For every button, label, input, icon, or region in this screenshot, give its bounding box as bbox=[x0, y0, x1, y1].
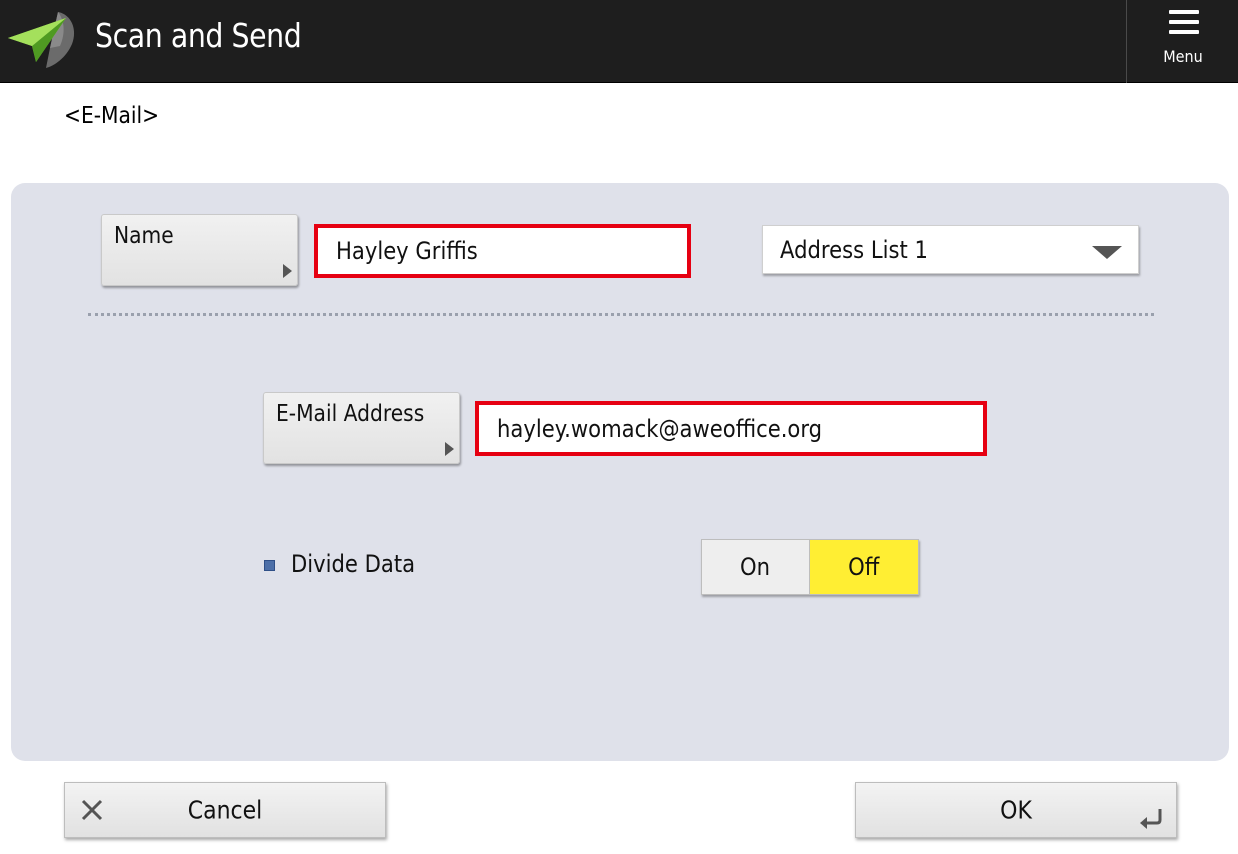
hamburger-menu-icon bbox=[1169, 10, 1199, 34]
chevron-down-icon bbox=[1092, 246, 1122, 259]
right-arrow-icon bbox=[283, 264, 292, 278]
name-field[interactable]: Hayley Griffis bbox=[314, 224, 691, 278]
destination-type-label: <E-Mail> bbox=[64, 103, 160, 129]
email-address-button-label: E-Mail Address bbox=[276, 401, 425, 427]
email-address-field[interactable]: hayley.womack@aweoffice.org bbox=[475, 401, 987, 456]
title-bar: Scan and Send Menu bbox=[0, 0, 1238, 83]
app-title: Scan and Send bbox=[95, 16, 302, 55]
name-button[interactable]: Name bbox=[101, 214, 298, 286]
enter-icon bbox=[1140, 809, 1162, 829]
paper-plane-icon bbox=[8, 12, 75, 68]
address-list-dropdown[interactable]: Address List 1 bbox=[762, 225, 1139, 274]
bullet-icon bbox=[264, 560, 275, 571]
email-address-button[interactable]: E-Mail Address bbox=[263, 392, 460, 464]
menu-label: Menu bbox=[1163, 47, 1203, 66]
close-icon bbox=[81, 799, 103, 821]
divide-data-label: Divide Data bbox=[291, 550, 416, 578]
address-list-value: Address List 1 bbox=[780, 235, 928, 264]
menu-button[interactable]: Menu bbox=[1126, 0, 1238, 83]
ok-label: OK bbox=[1000, 795, 1032, 825]
divide-data-toggle: On Off bbox=[701, 539, 919, 595]
section-divider bbox=[88, 313, 1154, 316]
cancel-label: Cancel bbox=[187, 795, 263, 825]
name-value: Hayley Griffis bbox=[336, 237, 478, 265]
right-arrow-icon bbox=[445, 442, 454, 456]
divide-data-on-button[interactable]: On bbox=[702, 540, 810, 594]
email-address-value: hayley.womack@aweoffice.org bbox=[497, 414, 823, 443]
divide-data-off-button[interactable]: Off bbox=[810, 540, 918, 594]
ok-button[interactable]: OK bbox=[855, 782, 1177, 838]
off-label: Off bbox=[848, 553, 880, 581]
on-label: On bbox=[740, 553, 771, 581]
cancel-button[interactable]: Cancel bbox=[64, 782, 386, 838]
name-button-label: Name bbox=[114, 223, 174, 249]
